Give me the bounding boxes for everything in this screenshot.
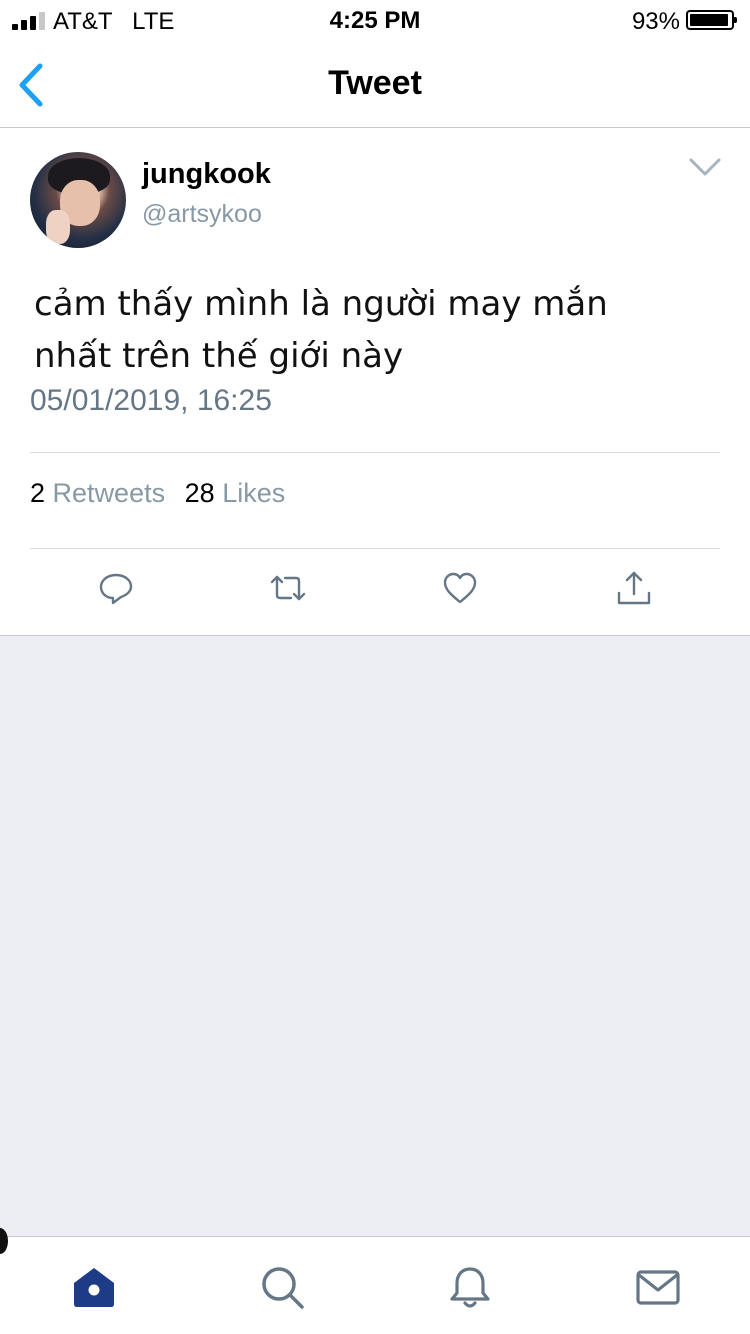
likes-stat[interactable]: 28 Likes — [185, 478, 286, 508]
messages-icon — [636, 1270, 680, 1305]
retweets-stat[interactable]: 2 Retweets — [30, 478, 173, 508]
tab-bar — [0, 1236, 750, 1334]
battery-percentage: 93% — [631, 8, 680, 35]
reply-button[interactable] — [96, 568, 136, 608]
like-button[interactable] — [440, 568, 480, 608]
tweet-text-line: nhất trên thế giới này — [34, 336, 404, 376]
more-options-button[interactable] — [688, 156, 722, 178]
status-bar: AT&T LTE 4:25 PM 93% — [0, 0, 750, 40]
retweet-button[interactable] — [268, 568, 308, 608]
chevron-down-icon — [689, 158, 721, 176]
tweet-detail: jungkook @artsykoo cảm thấy mình là ngườ… — [0, 128, 750, 636]
tab-messages[interactable] — [634, 1263, 682, 1311]
reply-icon — [99, 573, 133, 605]
retweet-icon — [270, 575, 306, 601]
user-handle[interactable]: @artsykoo — [142, 200, 262, 229]
avatar[interactable] — [30, 152, 126, 248]
tab-notifications[interactable] — [446, 1263, 494, 1311]
notifications-icon — [450, 1267, 490, 1308]
tab-search[interactable] — [258, 1263, 306, 1311]
retweets-count: 2 — [30, 478, 46, 508]
tab-home[interactable] — [70, 1263, 118, 1311]
battery-icon — [686, 10, 737, 30]
retweets-label: Retweets — [52, 478, 166, 508]
navigation-bar: Tweet — [0, 40, 750, 128]
empty-content-area — [0, 636, 750, 1236]
tweet-stats: 2 Retweets 28 Likes — [30, 478, 285, 509]
search-icon — [262, 1267, 304, 1309]
tweet-text: cảm thấy mình là người may mắn nhất trên… — [34, 278, 674, 382]
like-icon — [443, 572, 477, 604]
share-button[interactable] — [614, 568, 654, 608]
divider — [30, 548, 720, 549]
likes-count: 28 — [184, 478, 215, 508]
home-icon — [74, 1268, 114, 1307]
page-title: Tweet — [328, 64, 422, 102]
tweet-timestamp: 05/01/2019, 16:25 — [30, 384, 272, 417]
display-name[interactable]: jungkook — [142, 158, 271, 191]
likes-label: Likes — [222, 478, 286, 508]
tweet-text-line: cảm thấy mình là người may mắn — [34, 284, 608, 324]
share-icon — [617, 571, 651, 605]
divider — [30, 452, 720, 453]
